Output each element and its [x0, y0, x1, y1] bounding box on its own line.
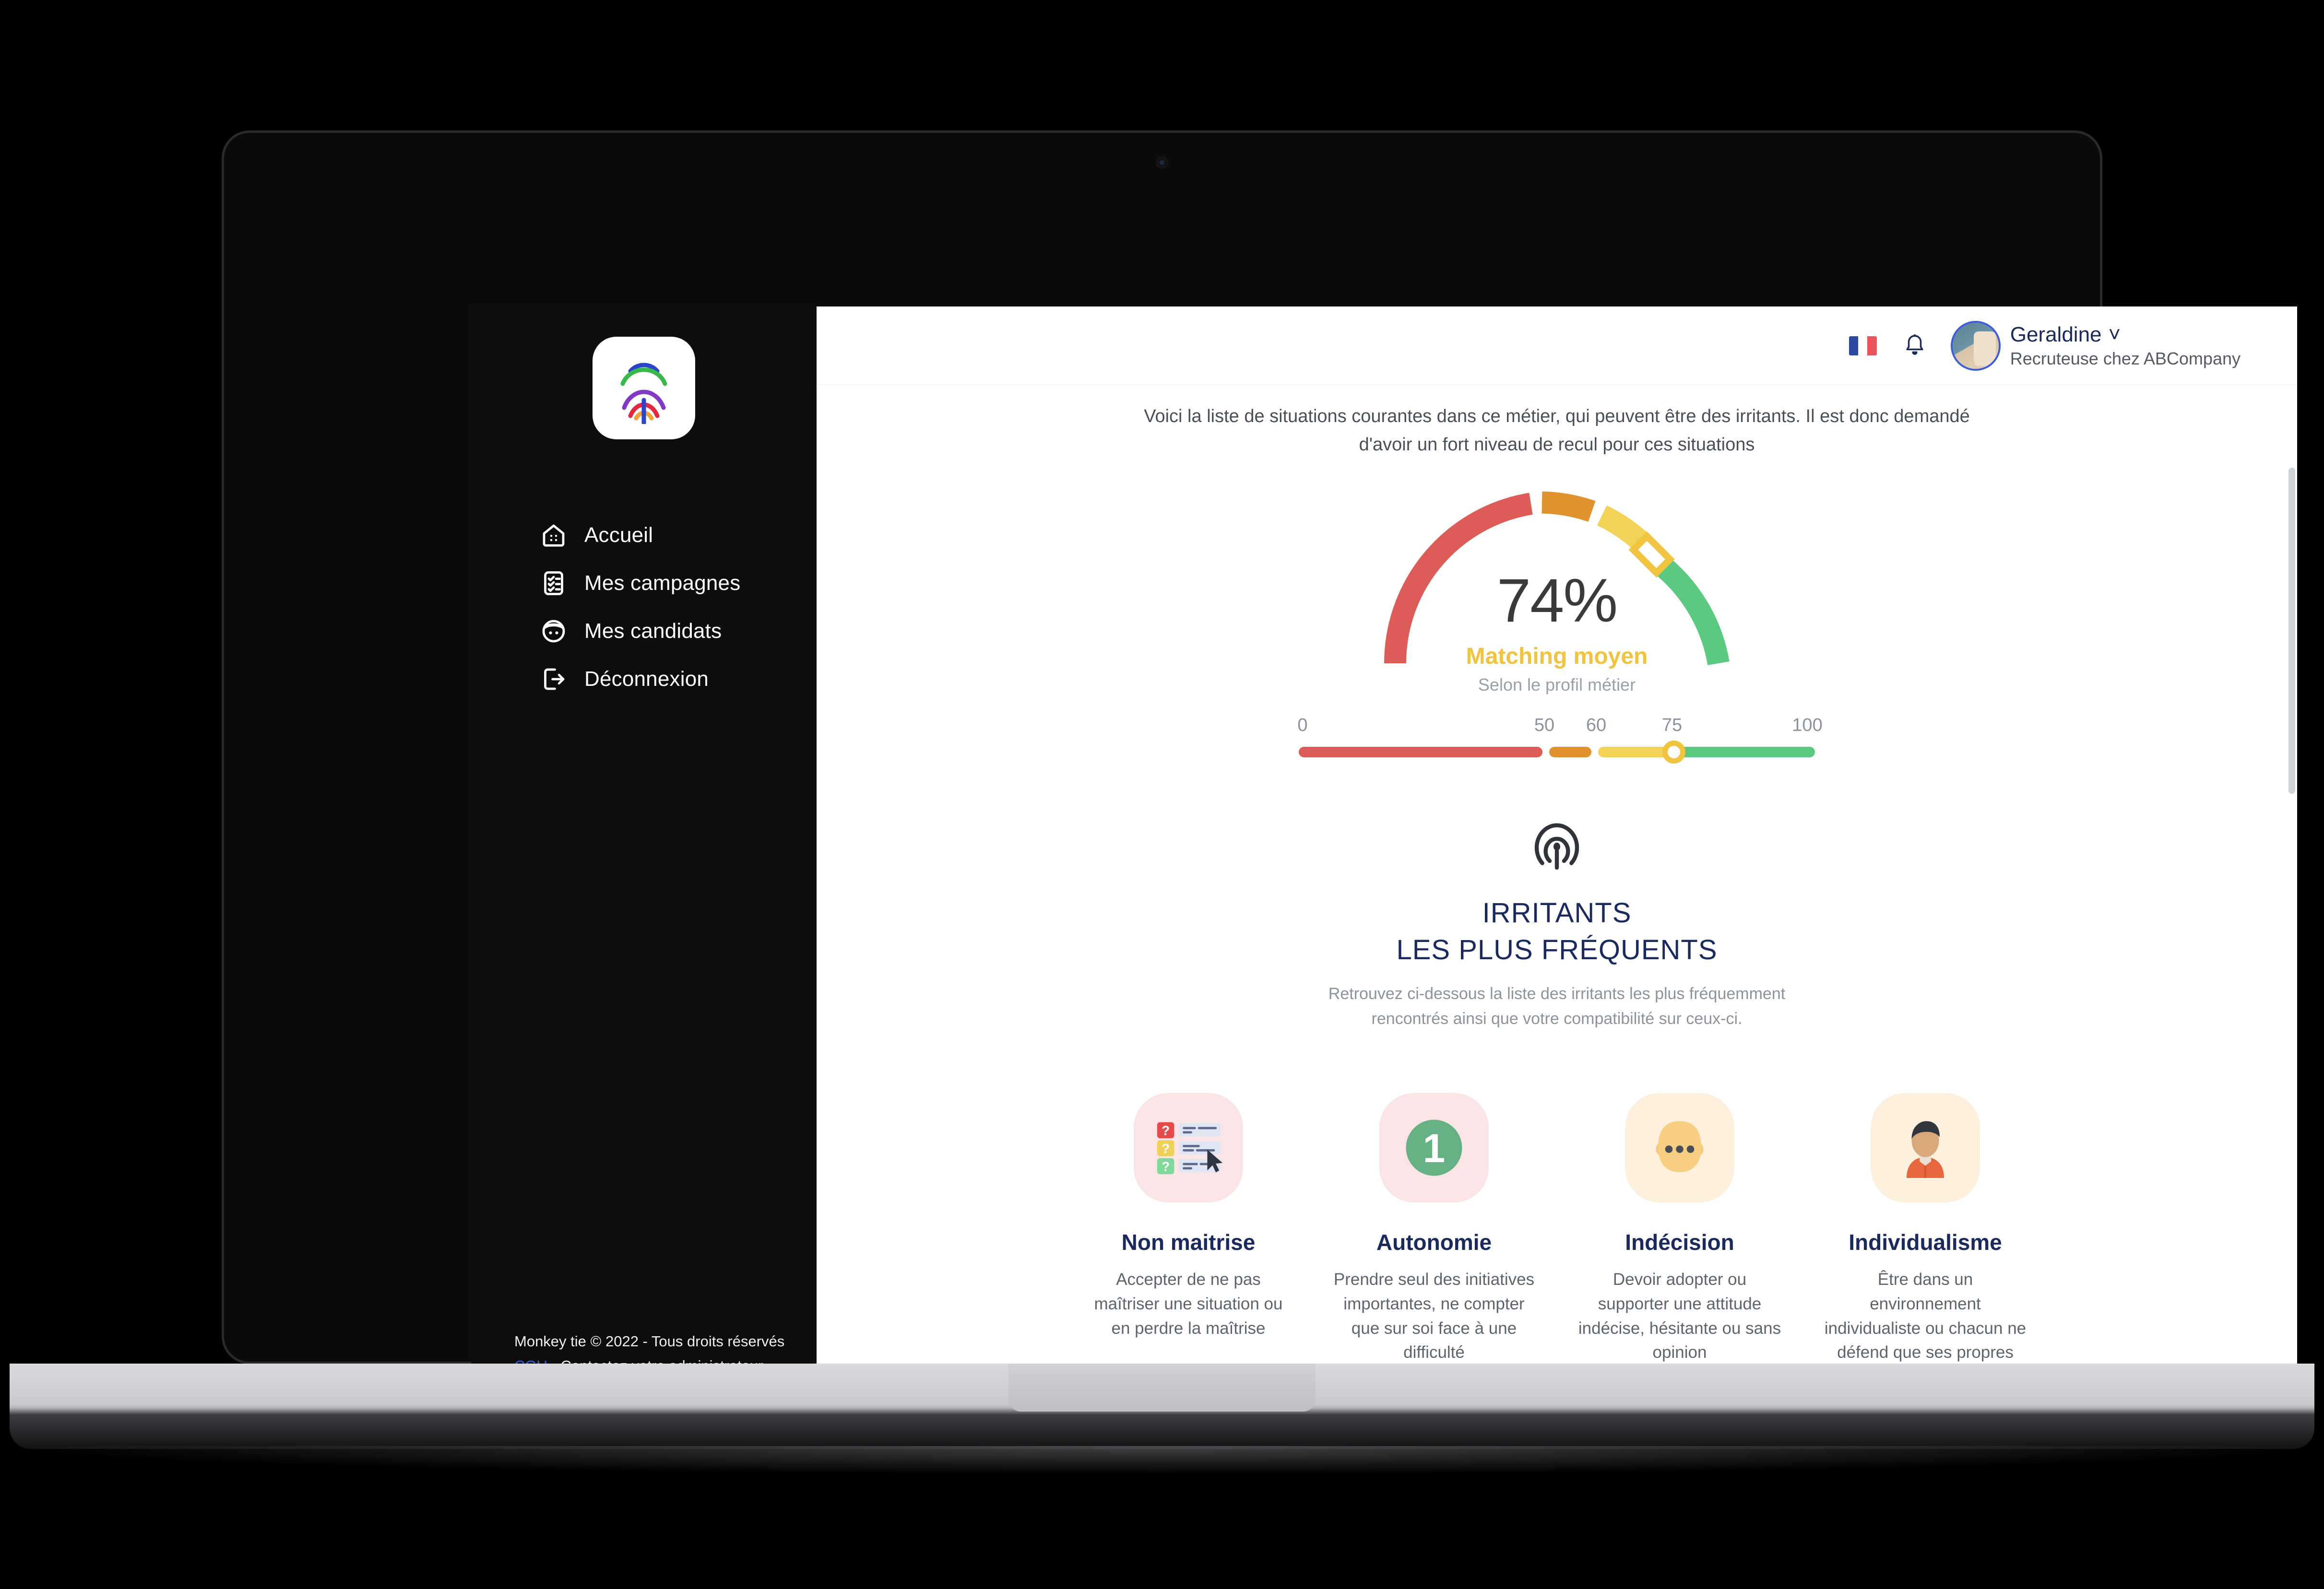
- scale-tick: 60: [1586, 715, 1607, 735]
- radar-icon: [1534, 823, 1579, 870]
- quiz-list-glyph: ? ? ?: [1157, 1122, 1223, 1175]
- avatar: [1952, 322, 1999, 369]
- thinking-face-icon: [1625, 1093, 1734, 1203]
- user-text-block: Geraldine ˅ Recruteuse chez ABCompany: [2010, 323, 2241, 369]
- gauge-caption: Matching moyen: [1466, 643, 1648, 669]
- home-icon: [538, 520, 569, 551]
- sidebar-item-label: Mes candidats: [584, 619, 722, 643]
- irritants-title-line1: IRRITANTS: [1482, 897, 1632, 929]
- user-name-row: Geraldine ˅: [2010, 323, 2241, 347]
- sidebar: Accueil Mes campagnes Mes candidats Déco…: [471, 306, 817, 1444]
- irritants-desc-line2: rencontrés ainsi que votre compatibilité…: [1371, 1010, 1743, 1028]
- sidebar-item-label: Déconnexion: [584, 667, 709, 691]
- laptop-lid: MacBook Pro: [222, 130, 2297, 1444]
- webcam-icon: [1156, 156, 1168, 169]
- scale-tick: 100: [1792, 715, 1823, 735]
- lead-paragraph: Voici la liste de situations courantes d…: [817, 385, 2297, 459]
- user-menu[interactable]: Geraldine ˅ Recruteuse chez ABCompany: [1952, 322, 2241, 369]
- lead-line-2: d'avoir un fort niveau de recul pour ces…: [1359, 434, 1755, 455]
- scale-tick: 75: [1661, 715, 1683, 735]
- lead-line-1: Voici la liste de situations courantes d…: [1144, 406, 1970, 426]
- user-name: Geraldine: [2010, 322, 2102, 346]
- laptop-base: [10, 1364, 2314, 1449]
- matching-gauge: 74% Matching moyen Selon le profil métie…: [1375, 481, 1739, 694]
- sidebar-item-deconnexion[interactable]: Déconnexion: [471, 655, 817, 703]
- face-icon: [538, 616, 569, 647]
- irritant-description: Accepter de ne pas maîtriser une situati…: [1094, 1270, 1283, 1338]
- quiz-list-icon: ? ? ?: [1134, 1093, 1243, 1203]
- main-content: Geraldine ˅ Recruteuse chez ABCompany Vo…: [817, 306, 2297, 1444]
- svg-text:?: ?: [1162, 1141, 1170, 1156]
- app-logo[interactable]: [593, 337, 695, 439]
- number-one-icon: 1: [1379, 1093, 1489, 1203]
- irritant-title: Individualisme: [1849, 1230, 2002, 1255]
- scale-ticks: 0 50 60 75 100: [1297, 715, 1822, 741]
- irritant-title: Indécision: [1625, 1230, 1734, 1255]
- sidebar-item-label: Mes campagnes: [584, 571, 741, 595]
- screenshot-root: MacBook Pro: [0, 0, 2324, 1589]
- topbar: Geraldine ˅ Recruteuse chez ABCompany: [817, 306, 2297, 385]
- sidebar-item-mes-campagnes[interactable]: Mes campagnes: [471, 559, 817, 607]
- scrollbar[interactable]: [2288, 468, 2295, 794]
- matching-scale: 0 50 60 75 100: [1297, 715, 1823, 764]
- scale-band-green: [1676, 746, 1815, 757]
- irritant-title: Autonomie: [1376, 1230, 1492, 1255]
- scale-tick: 50: [1534, 715, 1555, 735]
- irritant-title: Non maitrise: [1121, 1230, 1256, 1255]
- person-avatar-glyph: [1907, 1121, 1944, 1178]
- number-one-glyph: 1: [1406, 1119, 1462, 1176]
- thinking-face-glyph: [1656, 1121, 1704, 1173]
- sidebar-item-accueil[interactable]: Accueil: [471, 511, 817, 559]
- gauge-value: 74%: [1496, 566, 1618, 635]
- logout-icon: [538, 664, 569, 694]
- scale-band-yellow: [1598, 746, 1669, 757]
- content-scroll-area: Voici la liste de situations courantes d…: [817, 385, 2297, 1444]
- irritant-description: Devoir adopter ou supporter une attitude…: [1578, 1270, 1781, 1362]
- sidebar-item-mes-candidats[interactable]: Mes candidats: [471, 607, 817, 655]
- irritant-description: Prendre seul des initiatives importantes…: [1333, 1270, 1535, 1362]
- irritants-header: IRRITANTS LES PLUS FRÉQUENTS Retrouvez c…: [817, 821, 2297, 1032]
- bell-icon[interactable]: [1903, 332, 1927, 359]
- svg-text:?: ?: [1162, 1123, 1170, 1138]
- number-one-value: 1: [1423, 1126, 1446, 1171]
- browser-screen: Accueil Mes campagnes Mes candidats Déco…: [471, 306, 2297, 1444]
- footer-copyright: Monkey tie © 2022 - Tous droits réservés: [514, 1333, 785, 1350]
- scale-bars: [1299, 740, 1815, 764]
- svg-text:?: ?: [1162, 1159, 1170, 1174]
- irritants-desc-line1: Retrouvez ci-dessous la liste des irrita…: [1328, 984, 1786, 1003]
- scale-tick: 0: [1297, 715, 1308, 735]
- irritants-description: Retrouvez ci-dessous la liste des irrita…: [1288, 981, 1826, 1032]
- checklist-icon: [538, 568, 569, 599]
- scale-band-orange: [1549, 746, 1591, 757]
- scale-knob[interactable]: [1662, 740, 1685, 764]
- user-role: Recruteuse chez ABCompany: [2010, 348, 2241, 368]
- chevron-down-icon[interactable]: ˅: [2109, 323, 2121, 347]
- sidebar-item-label: Accueil: [584, 523, 653, 547]
- person-avatar-icon: [1871, 1093, 1980, 1203]
- irritants-title-line2: LES PLUS FRÉQUENTS: [1396, 934, 1718, 965]
- scale-band-red: [1299, 746, 1542, 757]
- laptop-shadow: [0, 1446, 2324, 1475]
- fingerprint-logo-icon: [620, 363, 667, 424]
- gauge-subcaption: Selon le profil métier: [1478, 674, 1636, 694]
- language-flag-icon[interactable]: [1849, 336, 1877, 355]
- sidebar-nav: Accueil Mes campagnes Mes candidats Déco…: [471, 511, 817, 703]
